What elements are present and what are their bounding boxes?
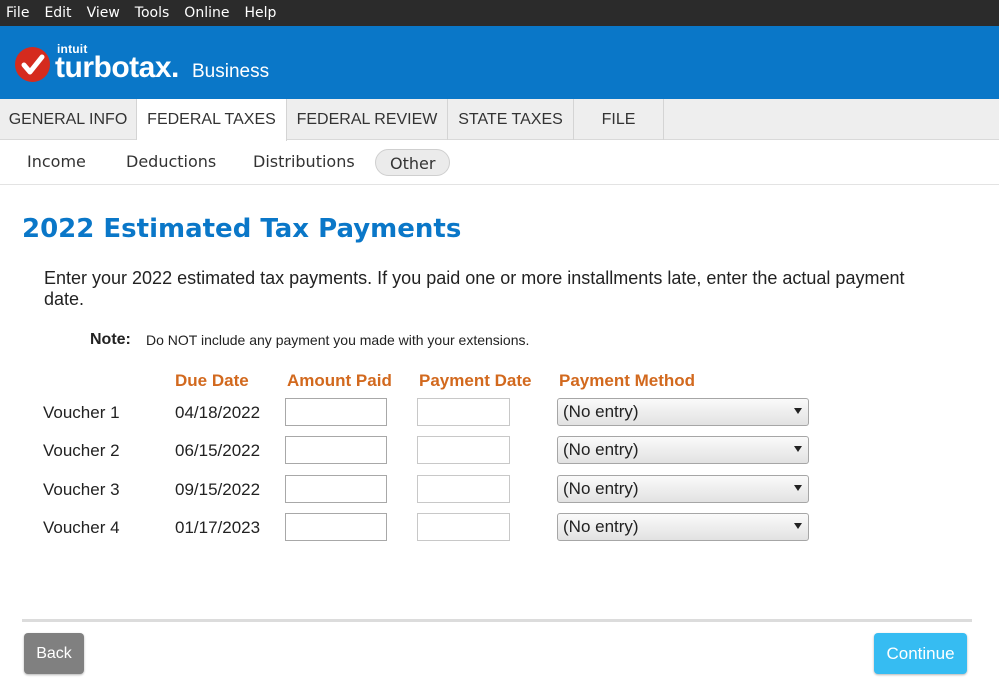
tab-file[interactable]: FILE xyxy=(574,99,664,140)
voucher-1-date-input[interactable] xyxy=(417,398,510,426)
voucher-1-due-date: 04/18/2022 xyxy=(175,403,261,422)
voucher-4-label: Voucher 4 xyxy=(43,518,120,537)
voucher-2-method-select[interactable]: (No entry) xyxy=(557,436,809,464)
menu-online[interactable]: Online xyxy=(184,5,229,21)
tab-general-info[interactable]: GENERAL INFO xyxy=(0,99,137,140)
voucher-2-due-date: 06/15/2022 xyxy=(175,441,261,460)
voucher-2-method-value: (No entry) xyxy=(563,440,639,459)
sub-tabs: Income Deductions Distributions Other xyxy=(0,141,999,185)
subtab-income[interactable]: Income xyxy=(27,152,86,171)
intro-text: Enter your 2022 estimated tax payments. … xyxy=(44,268,905,309)
subtab-deductions[interactable]: Deductions xyxy=(126,152,216,171)
voucher-4-date-input[interactable] xyxy=(417,513,510,541)
page-title: 2022 Estimated Tax Payments xyxy=(22,214,462,244)
voucher-4-due-date: 01/17/2023 xyxy=(175,518,261,537)
voucher-1-label: Voucher 1 xyxy=(43,403,120,422)
back-button[interactable]: Back xyxy=(24,633,84,674)
voucher-1-amount-input[interactable] xyxy=(285,398,387,426)
voucher-3-method-select[interactable]: (No entry) xyxy=(557,475,809,503)
menu-view[interactable]: View xyxy=(87,5,120,21)
menu-file[interactable]: File xyxy=(6,5,29,21)
voucher-2-label: Voucher 2 xyxy=(43,441,120,460)
col-payment-date: Payment Date xyxy=(419,371,532,390)
voucher-4-amount-input[interactable] xyxy=(285,513,387,541)
voucher-1-method-select[interactable]: (No entry) xyxy=(557,398,809,426)
voucher-4-method-select[interactable]: (No entry) xyxy=(557,513,809,541)
voucher-3-due-date: 09/15/2022 xyxy=(175,480,261,499)
voucher-4-method-value: (No entry) xyxy=(563,517,639,536)
col-due-date: Due Date xyxy=(175,371,249,390)
subtab-distributions[interactable]: Distributions xyxy=(253,152,355,171)
app-header: intuit turbotax. Business xyxy=(0,26,999,99)
chevron-down-icon xyxy=(794,446,802,452)
voucher-2-amount-input[interactable] xyxy=(285,436,387,464)
footer-divider xyxy=(22,619,972,622)
checkmark-logo-icon xyxy=(15,47,50,82)
menu-tools[interactable]: Tools xyxy=(135,5,170,21)
note-text: Do NOT include any payment you made with… xyxy=(146,332,530,348)
chevron-down-icon xyxy=(794,485,802,491)
menu-edit[interactable]: Edit xyxy=(44,5,71,21)
col-payment-method: Payment Method xyxy=(559,371,696,390)
tab-federal-review[interactable]: FEDERAL REVIEW xyxy=(287,99,448,140)
voucher-2-date-input[interactable] xyxy=(417,436,510,464)
voucher-3-label: Voucher 3 xyxy=(43,480,120,499)
voucher-3-method-value: (No entry) xyxy=(563,479,639,498)
voucher-3-date-input[interactable] xyxy=(417,475,510,503)
menu-bar: File Edit View Tools Online Help xyxy=(0,0,999,26)
chevron-down-icon xyxy=(794,523,802,529)
business-logo-text: Business xyxy=(192,61,270,82)
col-amount-paid: Amount Paid xyxy=(287,371,392,390)
note-label: Note: xyxy=(90,331,131,348)
continue-button[interactable]: Continue xyxy=(874,633,967,674)
turbotax-logo-text: turbotax. xyxy=(55,51,179,84)
subtab-other[interactable]: Other xyxy=(375,149,451,176)
voucher-1-method-value: (No entry) xyxy=(563,402,639,421)
main-tabs: GENERAL INFO FEDERAL TAXES FEDERAL REVIE… xyxy=(0,99,999,141)
tab-state-taxes[interactable]: STATE TAXES xyxy=(448,99,574,140)
voucher-3-amount-input[interactable] xyxy=(285,475,387,503)
chevron-down-icon xyxy=(794,408,802,414)
menu-help[interactable]: Help xyxy=(244,5,276,21)
tab-federal-taxes[interactable]: FEDERAL TAXES xyxy=(137,99,287,141)
